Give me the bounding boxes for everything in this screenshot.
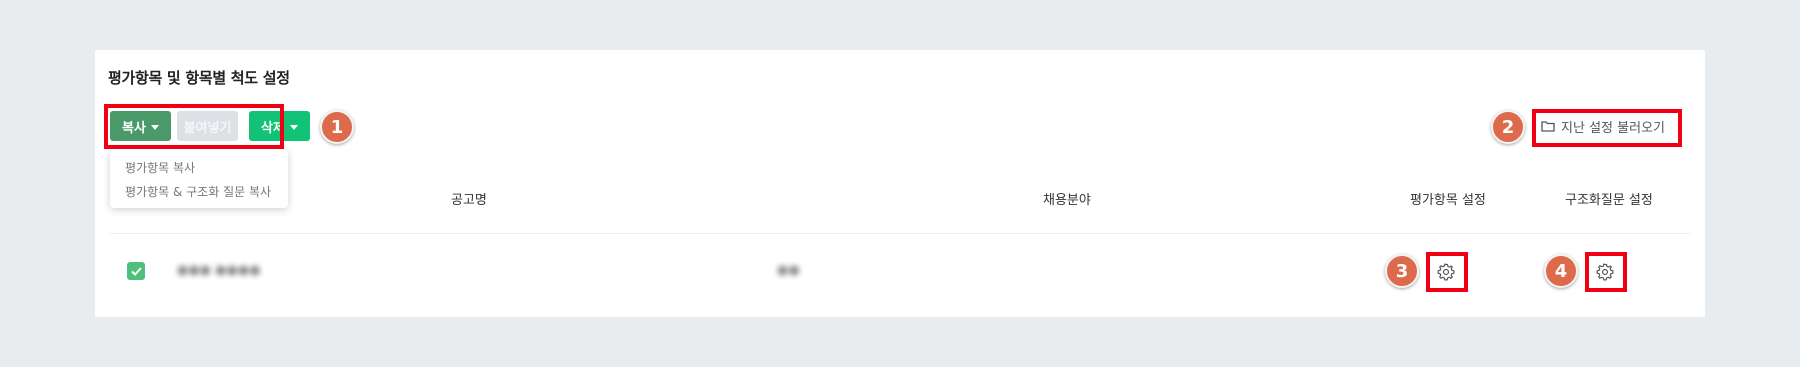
annotation-marker-2: 2 — [1491, 110, 1525, 144]
menu-item-copy-eval[interactable]: 평가항목 복사 — [110, 156, 288, 180]
annotation-marker-3: 3 — [1385, 254, 1419, 288]
copy-dropdown-menu: 평가항목 복사 평가항목 & 구조화 질문 복사 — [110, 149, 288, 208]
row-title: ●●● ●●●● — [177, 263, 261, 278]
menu-item-copy-eval-and-questions[interactable]: 평가항목 & 구조화 질문 복사 — [110, 180, 288, 204]
check-icon — [130, 266, 142, 276]
paste-button[interactable]: 붙여넣기 — [177, 111, 238, 141]
gear-icon — [1437, 263, 1455, 281]
column-header-eval-setting: 평가항목 설정 — [1410, 193, 1486, 208]
annotation-marker-4: 4 — [1544, 254, 1578, 288]
paste-button-label: 붙여넣기 — [183, 120, 232, 136]
settings-card: 평가항목 및 항목별 척도 설정 복사 붙여넣기 삭제 평가항목 복사 평가항목… — [95, 50, 1705, 317]
gear-icon — [1596, 263, 1614, 281]
eval-setting-button[interactable] — [1432, 258, 1460, 286]
copy-button-label: 복사 — [122, 120, 146, 136]
folder-icon — [1541, 121, 1555, 132]
section-title: 평가항목 및 항목별 척도 설정 — [108, 69, 290, 87]
column-header-field: 채용분야 — [1043, 193, 1091, 208]
row-field: ●● — [777, 263, 800, 278]
load-previous-settings-button[interactable]: 지난 설정 불러오기 — [1541, 114, 1665, 138]
column-header-struct-setting: 구조화질문 설정 — [1565, 193, 1653, 208]
delete-button[interactable]: 삭제 — [249, 111, 310, 141]
copy-button[interactable]: 복사 — [110, 111, 171, 141]
load-previous-settings-label: 지난 설정 불러오기 — [1561, 120, 1665, 136]
row-checkbox[interactable] — [127, 262, 145, 280]
caret-down-icon — [289, 124, 298, 130]
delete-button-label: 삭제 — [261, 120, 285, 136]
table-divider — [110, 233, 1690, 234]
struct-question-setting-button[interactable] — [1591, 258, 1619, 286]
column-header-title: 공고명 — [451, 193, 487, 208]
caret-down-icon — [150, 124, 159, 130]
annotation-marker-1: 1 — [320, 110, 354, 144]
